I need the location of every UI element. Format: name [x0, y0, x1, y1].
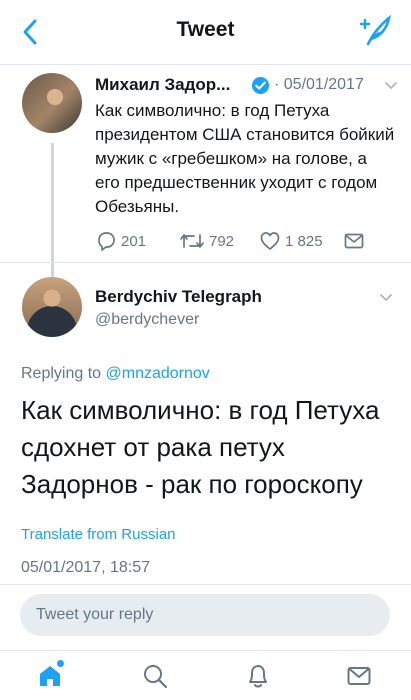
like-icon — [260, 232, 280, 250]
caret-down-icon[interactable] — [378, 290, 394, 306]
tweet-text: Как символично: в год Петуха сдохнет от … — [21, 395, 380, 499]
author-name[interactable]: Михаил Задор... — [95, 75, 230, 95]
replying-prefix: Replying to — [21, 365, 102, 382]
bottom-tab-bar — [0, 651, 411, 700]
compose-button[interactable] — [359, 14, 393, 48]
reply-icon — [98, 232, 115, 251]
divider — [0, 584, 411, 585]
caret-down-icon[interactable] — [383, 78, 399, 94]
author-handle[interactable]: @berdychever — [95, 311, 199, 329]
new-content-dot — [57, 660, 64, 667]
retweet-icon — [180, 234, 204, 248]
tweet-text: Как символично: в год Петуха президентом… — [95, 101, 395, 216]
replying-mention-link[interactable]: @mnzadornov — [106, 365, 210, 382]
avatar[interactable] — [22, 277, 82, 337]
dm-action[interactable] — [343, 227, 365, 255]
tweet-actions: 201 792 1 825 — [95, 227, 385, 255]
tab-notifications[interactable] — [243, 661, 273, 691]
reply-input[interactable] — [20, 594, 390, 636]
messages-icon — [347, 667, 371, 685]
divider — [0, 262, 411, 263]
tab-search[interactable] — [140, 661, 170, 691]
compose-feather-icon — [359, 14, 391, 46]
search-icon — [144, 665, 168, 689]
like-action[interactable]: 1 825 — [259, 227, 323, 255]
parent-tweet[interactable]: Михаил Задор... · 05/01/2017 Как символи… — [0, 65, 411, 323]
translate-link[interactable]: Translate from Russian — [21, 526, 176, 543]
page-title: Tweet — [176, 18, 235, 41]
avatar[interactable] — [22, 73, 82, 133]
verified-badge-icon — [251, 76, 270, 95]
reply-count: 201 — [121, 232, 147, 250]
top-bar: Tweet — [0, 0, 411, 65]
tab-home[interactable] — [35, 660, 65, 691]
author-name[interactable]: Berdychiv Telegraph — [95, 287, 262, 307]
reply-box[interactable] — [20, 594, 390, 636]
retweet-action[interactable]: 792 — [179, 227, 234, 255]
retweet-count: 792 — [209, 232, 235, 250]
replying-to: Replying to @mnzadornov — [21, 365, 210, 383]
tweet-date: · 05/01/2017 — [274, 76, 364, 93]
dm-icon — [344, 233, 364, 249]
like-count: 1 825 — [285, 232, 323, 250]
tweet-timestamp: 05/01/2017, 18:57 — [21, 559, 151, 576]
reply-action[interactable]: 201 — [95, 227, 146, 255]
notifications-icon — [249, 665, 267, 688]
tab-messages[interactable] — [344, 661, 374, 691]
